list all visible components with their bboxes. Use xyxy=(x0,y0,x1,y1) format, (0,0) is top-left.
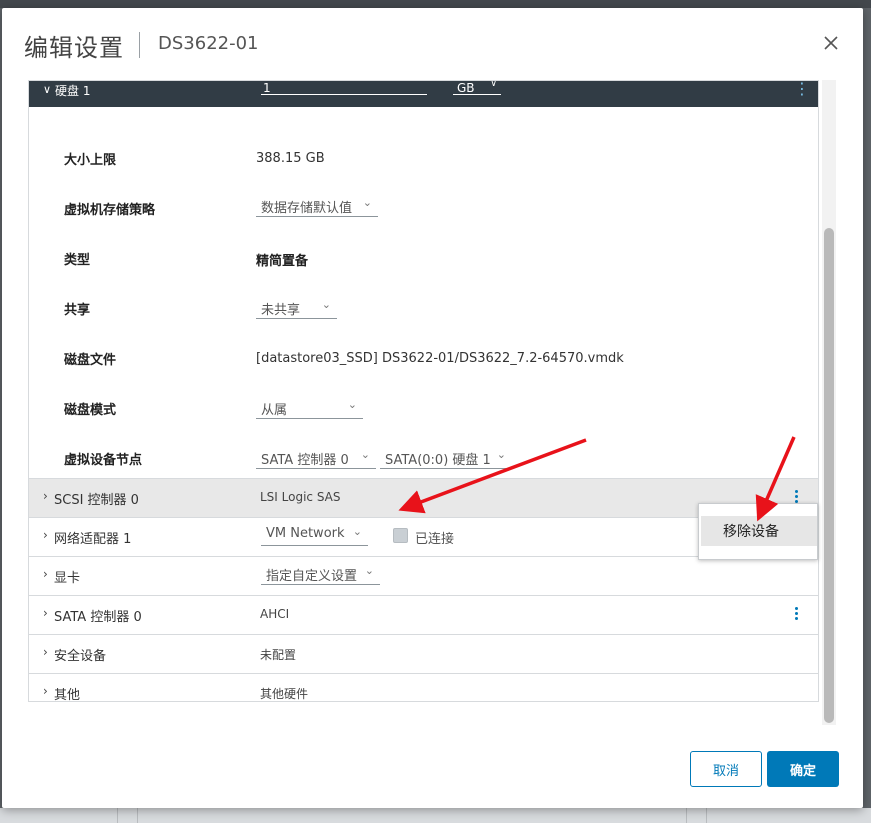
kebab-dot xyxy=(795,607,798,610)
more-options-icon[interactable] xyxy=(789,602,805,626)
chevron-down-icon[interactable]: ∨ xyxy=(43,83,51,96)
device-row-sata[interactable]: › SATA 控制器 0 AHCI xyxy=(29,595,818,634)
prop-label-disk-file: 磁盘文件 xyxy=(64,353,117,368)
row-label[interactable]: SATA 控制器 0 xyxy=(54,606,142,625)
connected-checkbox[interactable] xyxy=(393,528,408,543)
ok-button[interactable]: 确定 xyxy=(767,751,839,787)
background-divider xyxy=(137,808,138,823)
prop-label-sharing: 共享 xyxy=(64,303,91,318)
dialog-subtitle: DS3622-01 xyxy=(158,33,259,54)
device-list: ∨ 硬盘 1 1 GB ∨ ⋮ 大小上限 388.15 GB 虚拟机存储策略 数… xyxy=(28,80,819,702)
network-value: VM Network xyxy=(266,526,345,541)
kebab-dot xyxy=(795,612,798,615)
prop-label-disk-mode: 磁盘模式 xyxy=(64,403,117,418)
chevron-right-icon[interactable]: › xyxy=(43,606,48,620)
video-card-select[interactable]: 指定自定义设置 ⌄ xyxy=(261,563,380,585)
dialog-header: 编辑设置 DS3622-01 xyxy=(2,8,863,80)
controller-select[interactable]: SATA 控制器 0 ⌄ xyxy=(256,447,376,469)
connected-label: 已连接 xyxy=(415,532,455,547)
chevron-down-icon: ⌄ xyxy=(496,448,506,461)
hard-disk-name: 硬盘 1 xyxy=(55,84,91,98)
storage-policy-value: 数据存储默认值 xyxy=(261,201,353,216)
kebab-dot xyxy=(795,495,798,498)
row-value: LSI Logic SAS xyxy=(260,490,341,504)
prop-value-max-size: 388.15 GB xyxy=(256,151,325,166)
prop-value-type: 精简置备 xyxy=(256,254,309,269)
background-top-bar xyxy=(0,0,871,8)
row-value: AHCI xyxy=(260,607,290,621)
hard-disk-header[interactable]: ∨ 硬盘 1 1 GB ∨ ⋮ xyxy=(29,81,818,107)
edit-settings-dialog: 编辑设置 DS3622-01 ∨ 硬盘 1 1 GB ∨ ⋮ 大小上限 388.… xyxy=(2,8,863,808)
row-value: 未配置 xyxy=(260,648,297,662)
close-button[interactable] xyxy=(820,32,842,54)
disk-mode-select[interactable]: 从属 ⌄ xyxy=(256,397,363,419)
row-label[interactable]: 其他 xyxy=(54,684,80,701)
prop-label-storage-policy: 虚拟机存储策略 xyxy=(64,203,156,218)
chevron-down-icon: ⌄ xyxy=(362,196,372,209)
disk-mode-value: 从属 xyxy=(261,403,288,418)
background-divider xyxy=(706,808,707,823)
device-row-security[interactable]: › 安全设备 未配置 xyxy=(29,634,818,673)
row-label[interactable]: 显卡 xyxy=(54,567,80,586)
prop-label-type: 类型 xyxy=(64,253,91,268)
network-select[interactable]: VM Network ⌄ xyxy=(261,524,368,546)
controller-value: SATA 控制器 0 xyxy=(261,453,349,468)
chevron-right-icon[interactable]: › xyxy=(43,684,48,698)
chevron-down-icon: ⌄ xyxy=(321,298,331,311)
chevron-down-icon: ⌄ xyxy=(347,398,357,411)
chevron-right-icon[interactable]: › xyxy=(43,489,48,503)
background-divider xyxy=(686,808,687,823)
prop-label-device-node: 虚拟设备节点 xyxy=(64,453,143,468)
background-divider xyxy=(117,808,118,823)
prop-value-disk-file: [datastore03_SSD] DS3622-01/DS3622_7.2-6… xyxy=(256,351,624,366)
disk-unit-select[interactable]: GB ∨ xyxy=(453,81,501,95)
remove-device-menu-item[interactable]: 移除设备 xyxy=(701,516,817,546)
chevron-right-icon[interactable]: › xyxy=(43,528,48,542)
chevron-down-icon: ⌄ xyxy=(360,448,370,461)
dialog-title: 编辑设置 xyxy=(24,34,124,62)
device-row-video-card[interactable]: › 显卡 指定自定义设置 ⌄ xyxy=(29,556,818,595)
chevron-right-icon[interactable]: › xyxy=(43,645,48,659)
disk-size-input[interactable]: 1 xyxy=(261,81,427,95)
prop-label-max-size: 大小上限 xyxy=(64,153,117,168)
background-bottom-bar xyxy=(0,808,871,823)
kebab-dot xyxy=(795,490,798,493)
chevron-down-icon: ∨ xyxy=(490,80,497,89)
title-divider xyxy=(139,32,140,58)
sharing-select[interactable]: 未共享 ⌄ xyxy=(256,297,337,319)
row-value: 其他硬件 xyxy=(260,687,309,701)
kebab-dot xyxy=(795,617,798,620)
device-node-value: SATA(0:0) 硬盘 1 xyxy=(385,453,491,468)
device-node-select[interactable]: SATA(0:0) 硬盘 1 ⌄ xyxy=(380,447,512,469)
device-context-menu: 移除设备 xyxy=(698,503,818,560)
chevron-down-icon: ⌄ xyxy=(352,525,362,538)
storage-policy-select[interactable]: 数据存储默认值 ⌄ xyxy=(256,195,378,217)
device-row-other[interactable]: › 其他 其他硬件 xyxy=(29,673,818,701)
row-label[interactable]: 安全设备 xyxy=(54,645,106,664)
row-label[interactable]: 网络适配器 1 xyxy=(54,528,131,547)
row-label[interactable]: SCSI 控制器 0 xyxy=(54,489,139,508)
close-icon xyxy=(824,36,838,50)
disk-unit-value: GB xyxy=(457,81,475,95)
video-card-value: 指定自定义设置 xyxy=(266,569,358,584)
chevron-down-icon: ⌄ xyxy=(364,564,374,577)
chevron-right-icon[interactable]: › xyxy=(43,567,48,581)
more-options-icon[interactable]: ⋮ xyxy=(794,81,810,98)
sharing-value: 未共享 xyxy=(261,303,301,318)
cancel-button[interactable]: 取消 xyxy=(690,751,762,787)
scrollbar-thumb[interactable] xyxy=(824,228,834,723)
